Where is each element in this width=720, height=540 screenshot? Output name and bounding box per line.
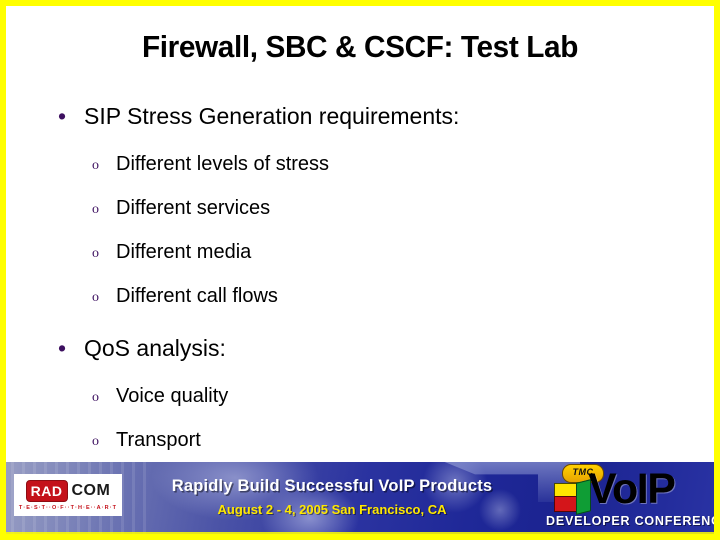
radcom-tagline: T·E·S·T··O·F··T·H·E··A·R·T [18,504,118,511]
bullet-level2-transport: o Transport [6,428,714,452]
bullet-marker-circle: o [92,290,99,305]
bullet-marker-dot: • [58,103,67,129]
slide-body: • SIP Stress Generation requirements: o … [6,102,714,472]
bullet-level2-different-services: o Different services [6,196,714,220]
bullet-level2-different-call-flows: o Different call flows [6,284,714,308]
bullet-text: QoS analysis: [84,335,226,361]
bullet-marker-circle: o [92,158,99,173]
radcom-mark: RAD [25,479,68,502]
bullet-text: SIP Stress Generation requirements: [84,103,460,129]
bullet-text: Different media [116,241,252,263]
voip-subtitle-text: DEVELOPER CONFERENCE [546,514,720,529]
banner-subline: August 2 - 4, 2005 San Francisco, CA [217,502,447,517]
radcom-wordmark: COM [71,481,111,499]
bullet-level2-different-media: o Different media [6,240,714,264]
bullet-level2-voice-quality: o Voice quality [6,384,714,408]
bullet-marker-circle: o [92,434,99,449]
bullet-text: Different levels of stress [116,153,330,175]
bullet-text: Transport [116,429,201,451]
bullet-marker-dot: • [58,335,67,361]
slide-bottom-border [0,534,720,540]
bullet-level2-different-levels-of-stress: o Different levels of stress [6,152,714,176]
voip-developer-conference-logo: TMC VoIP DEVELOPER CONFERENCE™ [544,462,714,534]
bullet-marker-circle: o [92,202,99,217]
radcom-logo-row: RAD COM [25,479,111,502]
banner-headline: Rapidly Build Successful VoIP Products [171,477,493,495]
bullet-text: Voice quality [116,385,229,407]
bullet-text: Different call flows [116,285,278,307]
radcom-logo: RAD COM T·E·S·T··O·F··T·H·E··A·R·T [14,474,122,516]
voip-subtitle: DEVELOPER CONFERENCE™ [546,512,720,529]
bullet-level1-qos-analysis: • QoS analysis: [6,334,714,362]
bullet-level1-sip-stress: • SIP Stress Generation requirements: [6,102,714,130]
bullet-marker-circle: o [92,246,99,261]
voip-wordmark: VoIP [588,465,676,513]
slide-title: Firewall, SBC & CSCF: Test Lab [141,29,579,64]
bullet-text: Different services [116,197,271,219]
footer-banner: RAD COM T·E·S·T··O·F··T·H·E··A·R·T Rapid… [0,462,720,540]
bullet-marker-circle: o [92,390,99,405]
presentation-slide: Firewall, SBC & CSCF: Test Lab • SIP Str… [0,0,720,540]
